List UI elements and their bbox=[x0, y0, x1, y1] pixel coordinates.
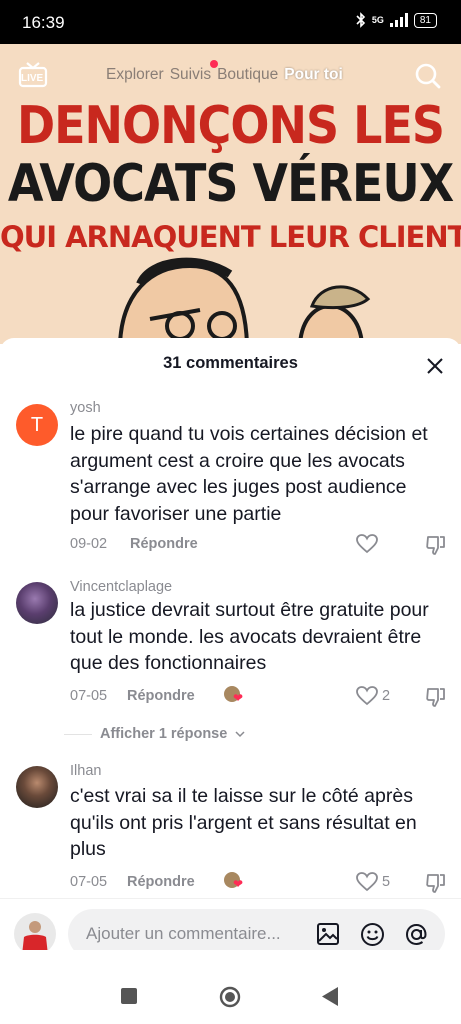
close-icon[interactable] bbox=[426, 357, 444, 380]
circle-icon[interactable] bbox=[219, 986, 241, 1008]
emoji-icon[interactable] bbox=[360, 922, 385, 947]
signal-icon bbox=[389, 13, 408, 27]
at-icon[interactable] bbox=[404, 922, 429, 947]
system-nav-bar bbox=[0, 950, 461, 1024]
comment-username[interactable]: Vincentclaplage bbox=[70, 579, 172, 595]
avatar-letter: T bbox=[30, 414, 44, 436]
live-label: LIVE bbox=[21, 73, 44, 84]
poster-line-1: DENONÇONS LES bbox=[16, 94, 445, 156]
bluetooth-icon bbox=[356, 12, 365, 28]
dislike-icon[interactable] bbox=[426, 872, 446, 894]
video-poster[interactable]: LIVE Explorer Suivis Boutique Pour toi D… bbox=[0, 44, 461, 344]
status-icons: 5G 81 bbox=[356, 12, 437, 28]
avatar[interactable]: T bbox=[16, 404, 58, 446]
view-replies-button[interactable]: Afficher 1 réponse bbox=[64, 726, 245, 742]
nav-tabs: Explorer Suivis Boutique Pour toi bbox=[106, 66, 343, 84]
reply-button[interactable]: Répondre bbox=[130, 536, 198, 552]
battery-indicator: 81 bbox=[413, 12, 437, 28]
status-time: 16:39 bbox=[22, 13, 65, 32]
like-count: 2 bbox=[382, 688, 391, 704]
creator-liked-badge: ❤ bbox=[224, 686, 248, 706]
creator-liked-badge: ❤ bbox=[224, 872, 248, 892]
tab-pour-toi[interactable]: Pour toi bbox=[284, 66, 343, 84]
heart-icon[interactable] bbox=[356, 872, 378, 892]
dislike-icon[interactable] bbox=[426, 686, 446, 708]
divider bbox=[64, 733, 92, 735]
heart-icon[interactable] bbox=[356, 534, 378, 554]
comments-sheet: 31 commentaires T yosh le pire quand tu … bbox=[0, 338, 461, 1024]
reply-button[interactable]: Répondre bbox=[127, 688, 195, 704]
top-nav: LIVE Explorer Suivis Boutique Pour toi bbox=[0, 44, 461, 89]
comment-text: le pire quand tu vois certaines décision… bbox=[70, 423, 428, 525]
search-icon[interactable] bbox=[414, 62, 442, 95]
notification-dot bbox=[210, 60, 218, 68]
tab-explorer[interactable]: Explorer bbox=[106, 66, 164, 84]
heart-icon: ❤ bbox=[233, 877, 244, 891]
poster-illustration bbox=[117, 257, 371, 344]
avatar[interactable] bbox=[16, 766, 58, 808]
comment-text: la justice devrait surtout être gratuite… bbox=[70, 599, 429, 674]
heart-icon[interactable] bbox=[356, 686, 378, 706]
like-count: 5 bbox=[382, 874, 391, 890]
image-icon[interactable] bbox=[316, 922, 340, 946]
avatar[interactable] bbox=[16, 582, 58, 624]
my-avatar[interactable] bbox=[14, 913, 56, 955]
comment-date: 09-02 bbox=[70, 536, 108, 552]
comments-title: 31 commentaires bbox=[163, 354, 298, 372]
comment-username[interactable]: yosh bbox=[70, 400, 101, 416]
reply-button[interactable]: Répondre bbox=[127, 874, 195, 890]
comment-username[interactable]: Ilhan bbox=[70, 763, 101, 779]
tab-suivis[interactable]: Suivis bbox=[170, 66, 211, 84]
view-replies-label: Afficher 1 réponse bbox=[100, 726, 228, 742]
live-icon[interactable]: LIVE bbox=[18, 60, 48, 93]
tab-boutique[interactable]: Boutique bbox=[217, 66, 278, 84]
poster-line-2: AVOCATS VÉREUX bbox=[7, 152, 454, 214]
back-icon[interactable] bbox=[322, 987, 338, 1006]
comment-text: c'est vrai sa il te laisse sur le côté a… bbox=[70, 785, 417, 860]
chevron-down-icon bbox=[235, 730, 245, 737]
square-icon[interactable] bbox=[121, 988, 137, 1004]
comment-input-placeholder: Ajouter un commentaire... bbox=[86, 924, 281, 943]
dislike-icon[interactable] bbox=[426, 534, 446, 556]
status-bar: 16:39 5G 81 bbox=[0, 0, 461, 44]
comment-date: 07-05 bbox=[70, 688, 108, 704]
heart-icon: ❤ bbox=[233, 691, 244, 705]
comment-date: 07-05 bbox=[70, 874, 108, 890]
network-label: 5G bbox=[371, 15, 384, 25]
